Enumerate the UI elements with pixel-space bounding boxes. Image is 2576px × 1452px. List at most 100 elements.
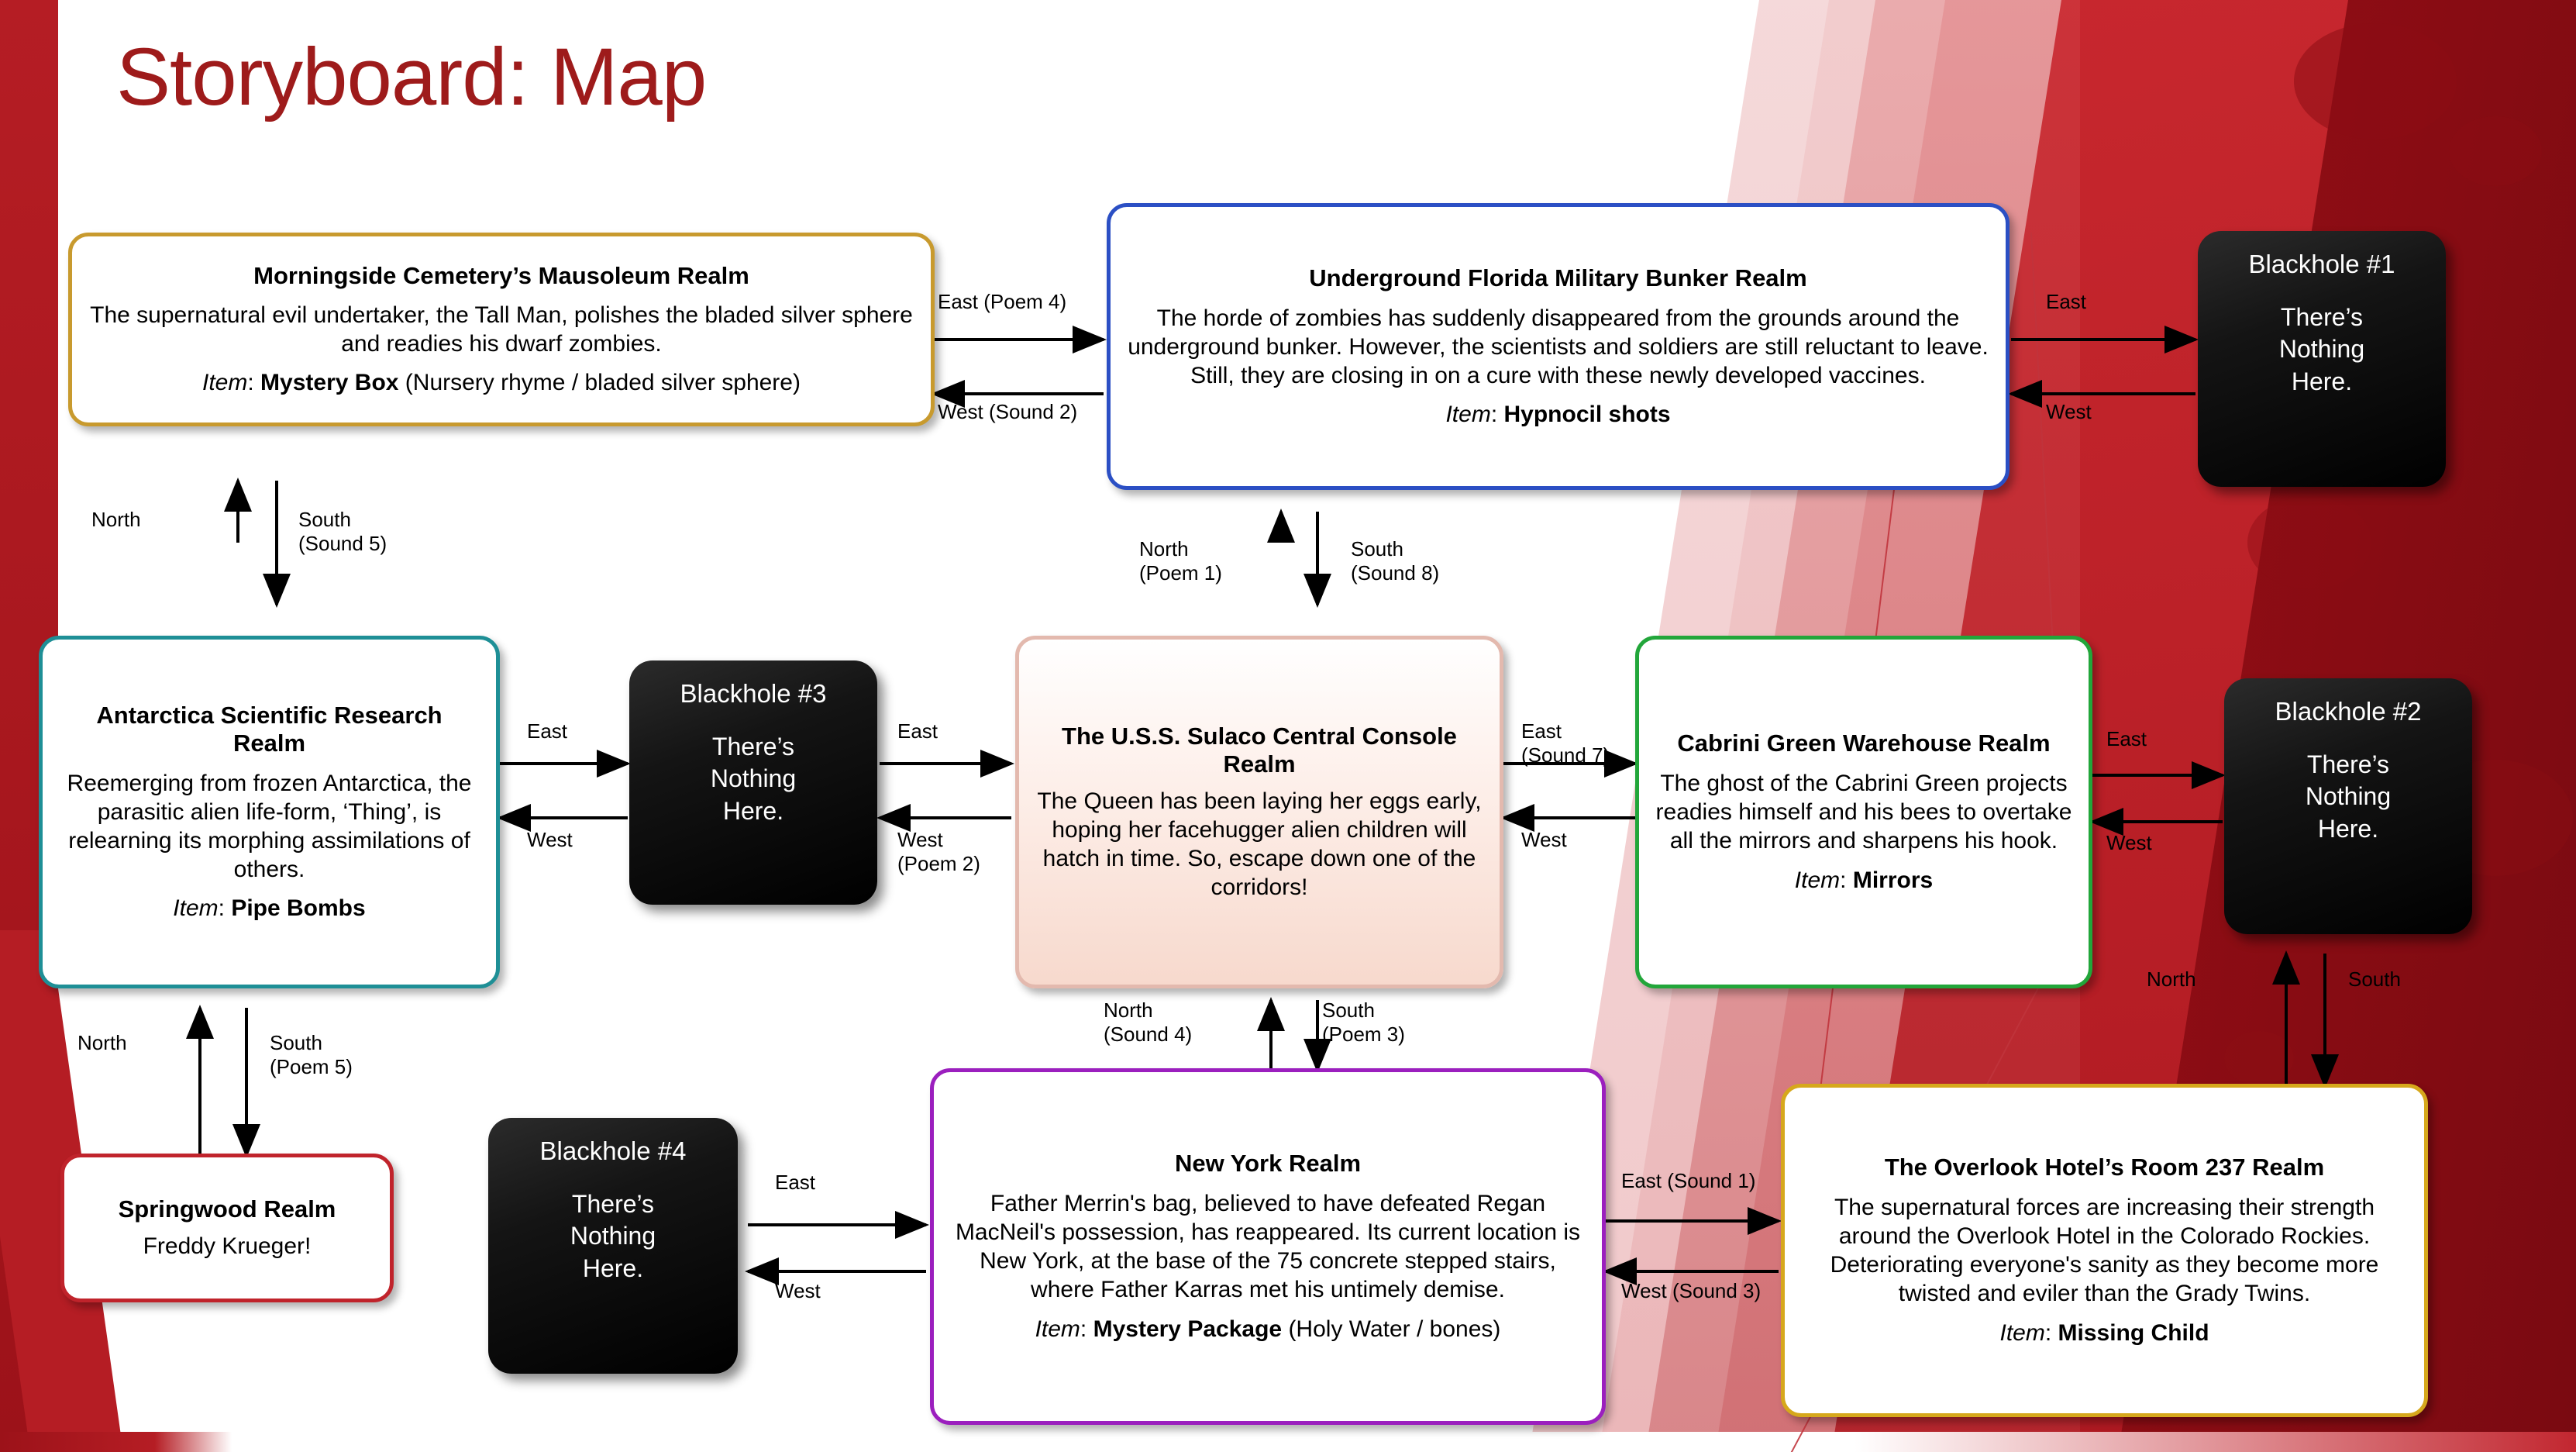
node-item: Item: Mystery Package (Holy Water / bone…: [1035, 1316, 1501, 1342]
edge-label-cabrini-bh2-west: West: [2106, 831, 2152, 854]
storyboard-canvas: Storyboard: Map Morningside Cemetery’s M…: [0, 0, 2576, 1452]
edge-label-antarctica-bh3-west: West: [527, 828, 573, 851]
blackhole-text: There’s Nothing Here.: [2279, 302, 2364, 398]
realm-node-florida[interactable]: Underground Florida Military Bunker Real…: [1107, 203, 2009, 490]
realm-node-overlook[interactable]: The Overlook Hotel’s Room 237 Realm The …: [1781, 1084, 2428, 1417]
node-item: Item: Mystery Box (Nursery rhyme / blade…: [202, 370, 801, 396]
blackhole-line-1: There’s: [711, 732, 795, 760]
node-body: The Queen has been laying her eggs early…: [1037, 788, 1482, 901]
edge-label-bh3-sulaco-east: East: [897, 719, 938, 743]
node-item-extra: (Holy Water / bones): [1288, 1316, 1501, 1342]
realm-node-morningside[interactable]: Morningside Cemetery’s Mausoleum Realm T…: [68, 233, 935, 426]
blackhole-line-1: There’s: [2280, 302, 2364, 331]
blackhole-text: There’s Nothing Here.: [711, 731, 796, 828]
edge-label-newyork-overlook-west: West (Sound 3): [1621, 1279, 1762, 1302]
background-blood-blot: [2224, 1031, 2294, 1085]
blackhole-line-3: Here.: [722, 797, 784, 826]
node-item-value: Hypnocil shots: [1503, 402, 1671, 428]
edge-label-sulaco-newyork-south: South (Poem 3): [1322, 998, 1405, 1046]
node-item-label: Item: [1794, 867, 1841, 893]
blackhole-line-2: Nothing: [2305, 782, 2392, 811]
page-title: Storyboard: Map: [116, 32, 707, 122]
node-item-label: Item: [1999, 1319, 2045, 1346]
blackhole-text: There’s Nothing Here.: [570, 1188, 656, 1285]
blackhole-node-4[interactable]: Blackhole #4 There’s Nothing Here.: [488, 1118, 738, 1374]
edge-label-morningside-antarctica-north: North: [91, 508, 141, 531]
realm-node-springwood[interactable]: Springwood Realm Freddy Krueger!: [60, 1154, 394, 1302]
node-title: The Overlook Hotel’s Room 237 Realm: [1884, 1154, 2325, 1181]
node-body: The supernatural evil undertaker, the Ta…: [90, 302, 913, 357]
node-item-value: Mirrors: [1852, 867, 1934, 893]
realm-node-sulaco[interactable]: The U.S.S. Sulaco Central Console Realm …: [1015, 636, 1503, 988]
node-item-label: Item: [1445, 402, 1491, 428]
node-item-value: Mystery Box: [260, 370, 399, 396]
edge-label-florida-bh1-west: West: [2046, 400, 2092, 423]
blackhole-line-3: Here.: [2317, 815, 2379, 843]
edge-label-bh3-sulaco-west: West (Poem 2): [897, 828, 980, 875]
blackhole-node-2[interactable]: Blackhole #2 There’s Nothing Here.: [2224, 678, 2472, 934]
blackhole-title: Blackhole #4: [539, 1136, 687, 1165]
edge-label-morningside-antarctica-south: South (Sound 5): [298, 508, 387, 555]
blackhole-line-2: Nothing: [710, 764, 797, 793]
edge-label-bh4-newyork-west: West: [775, 1279, 821, 1302]
node-body: The horde of zombies has suddenly disapp…: [1128, 305, 1989, 388]
edge-label-florida-sulaco-north: North (Poem 1): [1139, 537, 1222, 585]
blackhole-line-1: There’s: [2306, 750, 2390, 778]
node-title: Underground Florida Military Bunker Real…: [1309, 264, 1807, 291]
background-blood-blot: [2294, 23, 2457, 140]
node-item-label: Item: [173, 895, 219, 922]
blackhole-line-2: Nothing: [570, 1222, 656, 1250]
edge-label-antarctica-springwood-south: South (Poem 5): [270, 1031, 353, 1078]
node-item: Item: Pipe Bombs: [173, 895, 366, 922]
background-blood-blot: [2449, 116, 2542, 186]
node-item-value: Mystery Package: [1093, 1316, 1283, 1342]
blackhole-line-3: Here.: [2291, 367, 2353, 396]
node-item-value: Missing Child: [2058, 1319, 2209, 1346]
node-title: New York Realm: [1174, 1150, 1362, 1178]
blackhole-title: Blackhole #1: [2248, 250, 2395, 278]
blackhole-title: Blackhole #2: [2275, 697, 2422, 726]
node-body: The ghost of the Cabrini Green projects …: [1655, 771, 2072, 854]
blackhole-line-1: There’s: [571, 1189, 655, 1218]
background-blood-blot: [2247, 496, 2371, 589]
edge-label-sulaco-cabrini-west: West: [1521, 828, 1567, 851]
node-title: Morningside Cemetery’s Mausoleum Realm: [253, 261, 749, 289]
edge-label-sulaco-cabrini-east: East (Sound 7): [1521, 719, 1610, 767]
node-body: The supernatural forces are increasing t…: [1830, 1194, 2379, 1307]
node-title: Antarctica Scientific Research Realm: [96, 701, 443, 757]
node-title: Cabrini Green Warehouse Realm: [1677, 729, 2051, 757]
edge-label-bh4-newyork-east: East: [775, 1171, 816, 1194]
node-item-label: Item: [1035, 1316, 1080, 1342]
blackhole-line-3: Here.: [582, 1254, 644, 1283]
edge-label-antarctica-bh3-east: East: [527, 719, 568, 743]
edge-label-florida-bh1-east: East: [2046, 290, 2087, 313]
node-item: Item: Missing Child: [1999, 1319, 2209, 1346]
node-item-value: Pipe Bombs: [231, 895, 366, 922]
edge-label-sulaco-newyork-north: North (Sound 4): [1104, 998, 1193, 1046]
node-title: Springwood Realm: [118, 1195, 336, 1223]
blackhole-title: Blackhole #3: [680, 679, 827, 708]
node-item: Item: Hypnocil shots: [1445, 402, 1671, 428]
background-bottom-strip: [0, 1432, 2576, 1452]
node-item-extra: (Nursery rhyme / bladed silver sphere): [405, 370, 801, 396]
node-title: The U.S.S. Sulaco Central Console Realm: [1062, 722, 1457, 778]
edge-label-antarctica-springwood-north: North: [77, 1031, 127, 1054]
realm-node-antarctica[interactable]: Antarctica Scientific Research Realm Ree…: [39, 636, 500, 988]
blackhole-text: There’s Nothing Here.: [2306, 749, 2391, 846]
edge-label-morningside-florida-east: East (Poem 4): [938, 290, 1067, 313]
edge-label-bh2-overlook-north: North: [2147, 967, 2196, 991]
realm-node-cabrini[interactable]: Cabrini Green Warehouse Realm The ghost …: [1635, 636, 2092, 988]
edge-label-florida-sulaco-south: South (Sound 8): [1351, 537, 1440, 585]
realm-node-newyork[interactable]: New York Realm Father Merrin's bag, beli…: [930, 1068, 1606, 1425]
edge-label-morningside-florida-west: West (Sound 2): [938, 400, 1078, 423]
blackhole-node-1[interactable]: Blackhole #1 There’s Nothing Here.: [2198, 231, 2446, 487]
blackhole-line-2: Nothing: [2278, 335, 2365, 364]
node-body: Freddy Krueger!: [143, 1233, 312, 1259]
edge-label-cabrini-bh2-east: East: [2106, 727, 2147, 750]
blackhole-node-3[interactable]: Blackhole #3 There’s Nothing Here.: [629, 660, 877, 905]
node-item: Item: Mirrors: [1794, 867, 1934, 893]
node-item-label: Item: [202, 370, 248, 396]
edge-label-newyork-overlook-east: East (Sound 1): [1621, 1169, 1756, 1192]
node-body: Reemerging from frozen Antarctica, the p…: [67, 770, 472, 883]
edge-label-bh2-overlook-south: South: [2348, 967, 2401, 991]
